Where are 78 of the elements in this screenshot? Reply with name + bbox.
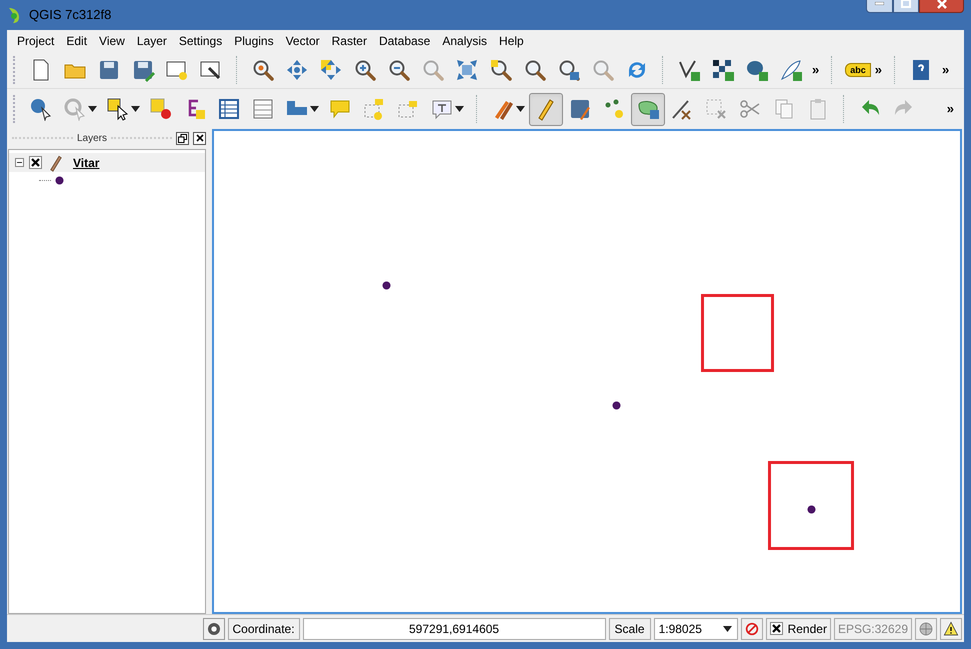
scale-label: Scale	[608, 618, 651, 640]
menu-item[interactable]: Plugins	[228, 32, 280, 50]
zoom-next-icon	[591, 58, 615, 82]
menu-item[interactable]: Help	[493, 32, 530, 50]
cross-icon	[772, 624, 781, 633]
windows-icon	[178, 134, 188, 142]
no-entry-icon	[744, 620, 760, 636]
menu-item[interactable]: View	[93, 32, 131, 50]
scale-combobox[interactable]: 1:98025	[654, 618, 738, 640]
maximize-icon	[901, 0, 911, 8]
cross-icon	[31, 158, 40, 167]
pan-selection-icon	[319, 58, 343, 82]
dropdown-caret-icon[interactable]	[455, 106, 464, 112]
zoom-actual-icon	[421, 58, 445, 82]
annotation-icon	[362, 97, 386, 121]
dropdown-caret-icon[interactable]	[131, 106, 140, 112]
menu-item[interactable]: Database	[372, 32, 436, 50]
zoom-layer-icon	[523, 58, 547, 82]
messages-button[interactable]	[202, 618, 224, 640]
globe-icon	[918, 620, 934, 636]
panel-title: Layers	[77, 132, 108, 146]
point-symbol-icon	[55, 176, 64, 184]
minimize-icon	[875, 2, 884, 5]
dropdown-caret-icon[interactable]	[310, 106, 319, 112]
layer-checkbox[interactable]	[29, 156, 42, 169]
coordinate-field[interactable]: 597291,6914605	[302, 618, 606, 640]
select-icon	[106, 97, 130, 121]
stop-render-button[interactable]	[740, 618, 763, 640]
projection-button[interactable]	[915, 618, 937, 640]
map-point	[612, 401, 621, 410]
menu-item[interactable]: Edit	[60, 32, 94, 50]
dropdown-caret-icon	[722, 626, 732, 632]
window-title: QGIS 7c312f8	[29, 6, 112, 24]
zoom-full-icon	[455, 58, 479, 82]
identify-icon	[29, 97, 53, 121]
magnifier-target-icon	[251, 58, 275, 82]
zoom-in-icon	[353, 58, 377, 82]
zoom-out-icon	[387, 58, 411, 82]
menu-item[interactable]: Layer	[130, 32, 173, 50]
app-logo-icon	[7, 6, 21, 24]
menu-item[interactable]: Analysis	[436, 32, 494, 50]
menu-item[interactable]: Project	[11, 32, 60, 50]
toolbar-overflow[interactable]: »	[942, 99, 958, 119]
attribute-table-icon	[217, 97, 241, 121]
save-edits-icon	[568, 97, 592, 121]
tree-toggle[interactable]	[15, 158, 24, 167]
menu-item[interactable]: Raster	[326, 32, 373, 50]
dropdown-caret-icon[interactable]	[516, 106, 525, 112]
feather-icon	[779, 58, 803, 82]
vector-layer-icon	[677, 58, 701, 82]
raster-layer-icon	[711, 58, 735, 82]
toolbar-overflow[interactable]: »	[870, 60, 886, 80]
menu-item[interactable]: Settings	[172, 32, 228, 50]
close-panel-button[interactable]	[193, 132, 206, 144]
map-point	[807, 505, 816, 514]
warning-button[interactable]	[940, 618, 962, 640]
menu-item[interactable]: Vector	[280, 32, 326, 50]
toolbar-overflow[interactable]: »	[808, 60, 824, 80]
zoom-selection-icon	[489, 58, 513, 82]
float-panel-button[interactable]	[176, 132, 190, 144]
close-icon	[936, 0, 946, 8]
label-tool-button[interactable]: abc	[845, 63, 871, 77]
deselect-icon	[149, 97, 173, 121]
warning-icon	[943, 620, 959, 636]
toolbar-overflow[interactable]: »	[938, 60, 954, 80]
save-as-icon	[131, 58, 155, 82]
zoom-last-icon	[557, 58, 581, 82]
minus-icon	[16, 159, 23, 166]
pan-icon	[285, 58, 309, 82]
save-icon	[97, 58, 121, 82]
delete-selection-icon	[704, 97, 728, 121]
close-icon	[196, 134, 204, 142]
layer-name[interactable]: Vitar	[73, 154, 100, 172]
dropdown-caret-icon[interactable]	[88, 106, 97, 112]
coordinate-label: Coordinate:	[228, 618, 300, 640]
render-checkbox[interactable]	[770, 622, 783, 635]
render-label: Render	[788, 620, 827, 638]
map-point	[382, 281, 391, 290]
